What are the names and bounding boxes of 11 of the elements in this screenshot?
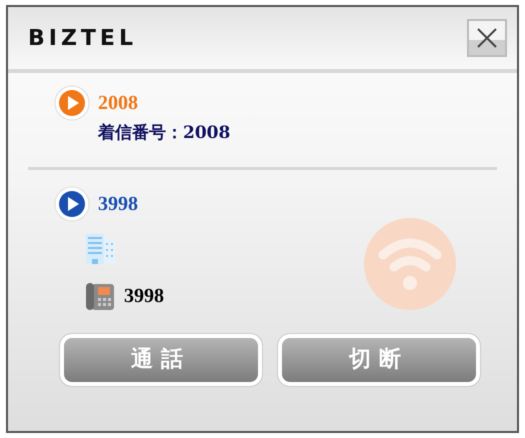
close-icon [476, 27, 498, 49]
caller-number: 3998 [98, 192, 138, 216]
hang-up-button[interactable]: 切断 [278, 334, 480, 386]
signal-icon [363, 217, 457, 311]
caller-number: 2008 [98, 91, 138, 116]
answer-button[interactable]: 通話 [60, 334, 262, 386]
building-icon [84, 232, 116, 266]
window-title: BIZTEL [28, 24, 137, 52]
phone-number: 3998 [124, 284, 164, 308]
close-button[interactable] [467, 19, 507, 57]
caller-detail: 着信番号：2008 [98, 123, 230, 143]
